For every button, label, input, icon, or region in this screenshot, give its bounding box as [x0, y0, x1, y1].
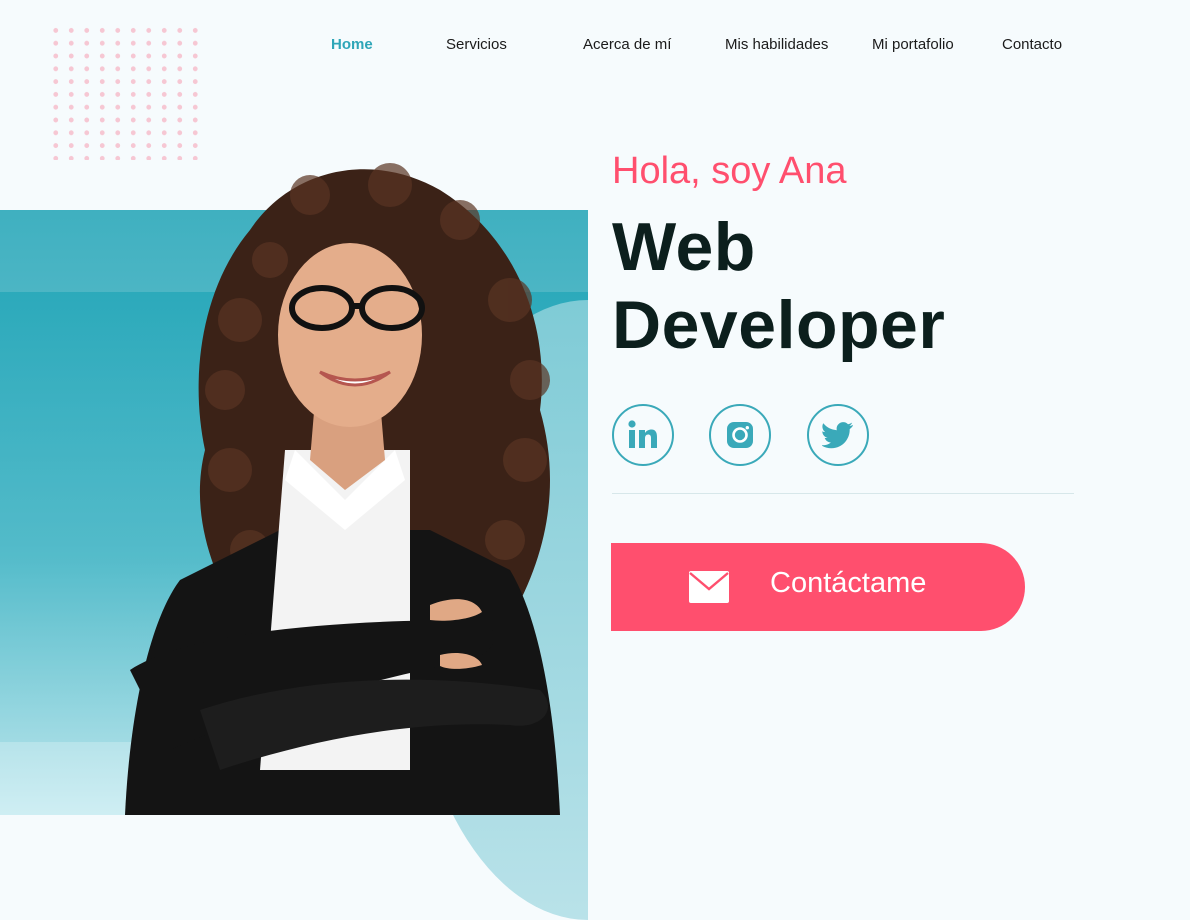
- instagram-icon: [727, 422, 753, 448]
- hero-greeting: Hola, soy Ana: [612, 150, 847, 192]
- hero-title-line-1: Web: [612, 209, 756, 285]
- hero-title-line-2: Developer: [612, 287, 946, 363]
- portrait-image: [125, 163, 560, 815]
- nav-item-servicios[interactable]: Servicios: [446, 36, 507, 53]
- main-navigation: Home Servicios Acerca de mí Mis habilida…: [0, 36, 1190, 58]
- hero-title: Web Developer: [612, 208, 1072, 364]
- mail-icon: [689, 571, 729, 603]
- contact-button[interactable]: Contáctame: [611, 543, 1025, 631]
- linkedin-link[interactable]: [612, 404, 674, 466]
- linkedin-icon: [628, 420, 657, 448]
- nav-item-habilidades[interactable]: Mis habilidades: [725, 36, 828, 53]
- nav-item-portafolio[interactable]: Mi portafolio: [872, 36, 954, 53]
- twitter-link[interactable]: [807, 404, 869, 466]
- contact-button-label: Contáctame: [770, 567, 927, 599]
- nav-item-contacto[interactable]: Contacto: [1002, 36, 1062, 53]
- section-divider: [612, 493, 1074, 494]
- instagram-link[interactable]: [709, 404, 771, 466]
- nav-item-acerca[interactable]: Acerca de mí: [583, 36, 671, 53]
- nav-item-home[interactable]: Home: [331, 36, 373, 53]
- twitter-icon: [822, 422, 853, 449]
